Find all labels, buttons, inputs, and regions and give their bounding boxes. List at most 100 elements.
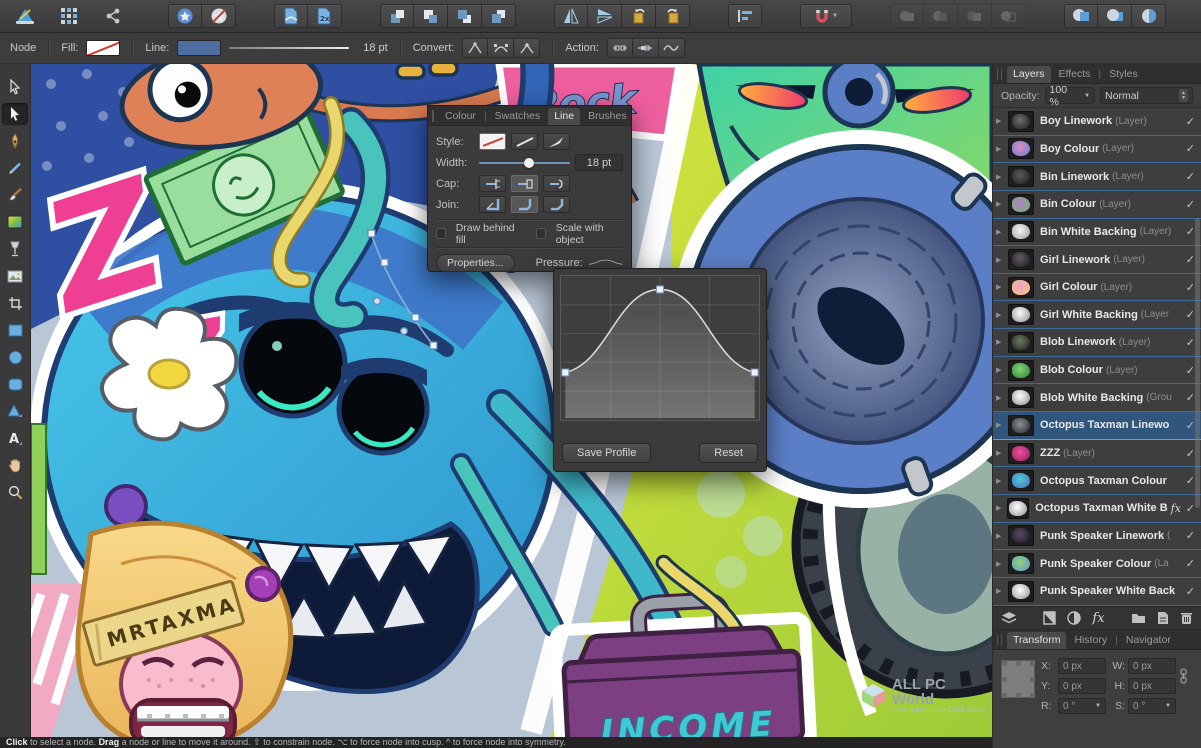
boolean-add-icon[interactable]	[890, 4, 924, 28]
layer-visibility-checkbox[interactable]	[1181, 142, 1195, 155]
rotate-cw-icon[interactable]	[656, 4, 690, 28]
boolean-intersect-icon[interactable]	[958, 4, 992, 28]
export-slice-icon[interactable]	[274, 4, 308, 28]
crop-tool[interactable]	[2, 292, 28, 314]
panel-grip-icon[interactable]	[432, 110, 434, 122]
layer-thumbnail[interactable]	[1008, 166, 1034, 187]
layer-row[interactable]: Octopus Taxman White B fx	[993, 495, 1201, 523]
save-profile-button[interactable]: Save Profile	[562, 443, 651, 463]
layer-row[interactable]: Octopus Taxman Colour	[993, 467, 1201, 495]
convert-to-smart-icon[interactable]	[514, 38, 540, 58]
w-field[interactable]: 0 px	[1128, 658, 1176, 674]
blend-mode-dropdown[interactable]: Normal ▲▼	[1100, 87, 1193, 104]
disclosure-triangle-icon[interactable]	[996, 145, 1006, 153]
disclosure-triangle-icon[interactable]	[996, 477, 1006, 485]
add-layer-icon[interactable]	[1157, 611, 1169, 625]
x-field[interactable]: 0 px	[1058, 658, 1106, 674]
layer-thumbnail[interactable]	[1008, 111, 1034, 132]
tab-swatches[interactable]: Swatches	[489, 108, 547, 124]
layer-thumbnail[interactable]	[1008, 360, 1034, 381]
layer-row[interactable]: Octopus Taxman Linewo	[993, 412, 1201, 440]
layer-row[interactable]: ZZZ (Layer)	[993, 440, 1201, 468]
layer-thumbnail[interactable]	[1007, 498, 1030, 519]
rounded-rectangle-tool[interactable]	[2, 373, 28, 395]
export-slice-2x-icon[interactable]: 2x	[308, 4, 342, 28]
alignment-icon[interactable]	[728, 4, 762, 28]
tab-line[interactable]: Line	[548, 108, 580, 125]
layer-visibility-checkbox[interactable]	[1183, 502, 1195, 515]
layer-row[interactable]: Bin White Backing (Layer)	[993, 219, 1201, 247]
rotation-dropdown[interactable]: 0 °▼	[1058, 698, 1106, 714]
place-image-tool[interactable]	[2, 265, 28, 287]
snapping-magnet-icon[interactable]: ▼	[800, 4, 852, 28]
insert-disabled-icon[interactable]	[202, 4, 236, 28]
layer-thumbnail[interactable]	[1008, 249, 1034, 270]
layer-thumbnail[interactable]	[1008, 525, 1034, 546]
width-slider-handle[interactable]	[524, 158, 534, 168]
layer-visibility-checkbox[interactable]	[1181, 419, 1195, 432]
move-to-back-icon[interactable]	[482, 4, 516, 28]
disclosure-triangle-icon[interactable]	[996, 338, 1006, 346]
layer-visibility-checkbox[interactable]	[1181, 198, 1195, 211]
mask-layer-icon[interactable]	[1043, 611, 1056, 625]
line-width-value[interactable]: 18 pt	[363, 42, 387, 54]
move-backward-icon[interactable]	[448, 4, 482, 28]
layer-row[interactable]: Girl White Backing (Layer	[993, 301, 1201, 329]
layer-thumbnail[interactable]	[1008, 277, 1034, 298]
pencil-tool[interactable]	[2, 157, 28, 179]
scale-with-object-checkbox[interactable]	[536, 228, 546, 239]
tab-history[interactable]: History	[1068, 632, 1113, 648]
layer-visibility-checkbox[interactable]	[1181, 364, 1195, 377]
disclosure-triangle-icon[interactable]	[996, 504, 1005, 512]
tab-styles[interactable]: Styles	[1103, 66, 1144, 82]
h-field[interactable]: 0 px	[1128, 678, 1176, 694]
disclosure-triangle-icon[interactable]	[996, 532, 1006, 540]
layer-visibility-checkbox[interactable]	[1181, 474, 1195, 487]
layer-thumbnail[interactable]	[1008, 415, 1034, 436]
layer-row[interactable]: Punk Speaker Colour (La	[993, 550, 1201, 578]
text-tool[interactable]: A	[2, 427, 28, 449]
disclosure-triangle-icon[interactable]	[996, 311, 1006, 319]
layer-row[interactable]: Blob Linework (Layer)	[993, 329, 1201, 357]
layer-thumbnail[interactable]	[1008, 138, 1034, 159]
flip-horizontal-icon[interactable]	[554, 4, 588, 28]
disclosure-triangle-icon[interactable]	[996, 228, 1006, 236]
move-to-front-icon[interactable]	[380, 4, 414, 28]
square-cap-button[interactable]	[511, 175, 538, 192]
app-logo-icon[interactable]	[8, 4, 42, 28]
disclosure-triangle-icon[interactable]	[996, 394, 1006, 402]
style-solid-button[interactable]	[511, 133, 538, 150]
layer-visibility-checkbox[interactable]	[1181, 308, 1195, 321]
layer-visibility-checkbox[interactable]	[1181, 557, 1195, 570]
transparency-tool[interactable]	[2, 238, 28, 260]
fill-gradient-tool[interactable]	[2, 211, 28, 233]
y-field[interactable]: 0 px	[1058, 678, 1106, 694]
draw-behind-fill-checkbox[interactable]	[436, 228, 446, 239]
group-folder-icon[interactable]	[1131, 612, 1146, 624]
disclosure-triangle-icon[interactable]	[996, 366, 1006, 374]
width-slider[interactable]	[479, 162, 570, 164]
rotate-ccw-icon[interactable]	[622, 4, 656, 28]
layers-stack-icon[interactable]	[1001, 611, 1017, 625]
break-curve-icon[interactable]	[607, 38, 633, 58]
insert-behind-icon[interactable]	[1064, 4, 1098, 28]
disclosure-triangle-icon[interactable]	[996, 117, 1006, 125]
tab-colour[interactable]: Colour	[439, 108, 482, 124]
layer-visibility-checkbox[interactable]	[1181, 253, 1195, 266]
hand-tool[interactable]	[2, 454, 28, 476]
flip-vertical-icon[interactable]	[588, 4, 622, 28]
round-cap-button[interactable]	[543, 175, 570, 192]
fill-swatch[interactable]	[86, 40, 120, 56]
smooth-curve-icon[interactable]	[659, 38, 685, 58]
layer-effects-fx-icon[interactable]: fx	[1092, 611, 1104, 626]
line-width-slider[interactable]	[229, 47, 349, 49]
boolean-subtract-icon[interactable]	[924, 4, 958, 28]
layers-scrollbar[interactable]	[1195, 218, 1200, 508]
tab-brushes[interactable]: Brushes	[582, 108, 633, 124]
vector-brush-tool[interactable]	[2, 184, 28, 206]
pen-tool[interactable]	[2, 130, 28, 152]
shear-dropdown[interactable]: 0 °▼	[1128, 698, 1176, 714]
layer-visibility-checkbox[interactable]	[1181, 225, 1195, 238]
layer-thumbnail[interactable]	[1008, 470, 1034, 491]
rectangle-tool[interactable]	[2, 319, 28, 341]
